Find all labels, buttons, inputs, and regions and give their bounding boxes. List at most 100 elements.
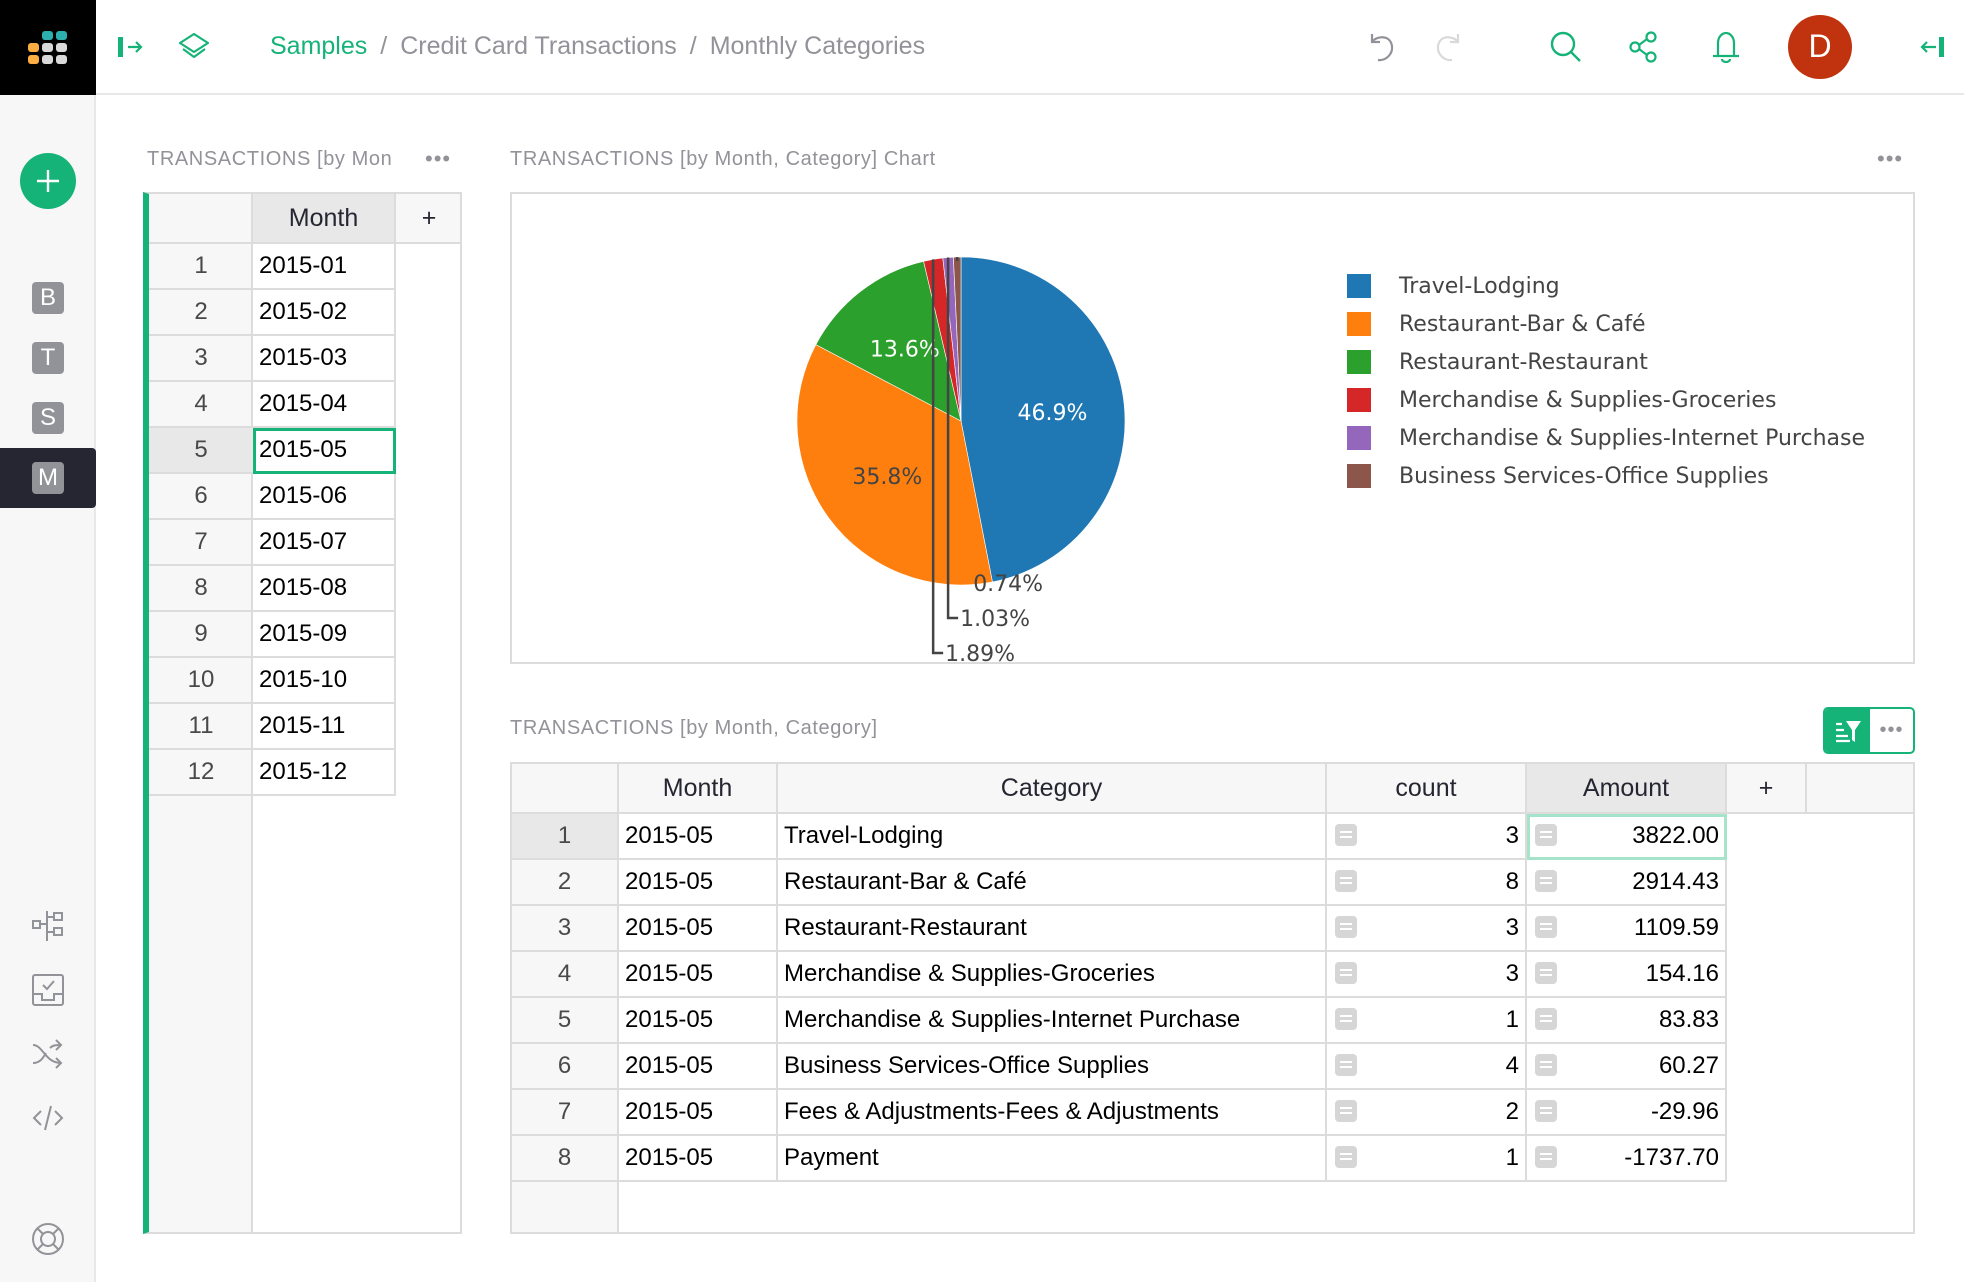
table-widget-title[interactable]: TRANSACTIONS [by Month, Category] [510, 717, 878, 740]
row-number[interactable]: 6 [512, 1044, 619, 1090]
breadcrumb-page[interactable]: Monthly Categories [710, 32, 925, 61]
table-row[interactable]: 3 2015-05 Restaurant-Restaurant 3 1109.59 [512, 906, 1727, 952]
category-cell[interactable]: Merchandise & Supplies-Internet Purchase [778, 998, 1327, 1044]
row-number[interactable]: 9 [149, 612, 253, 658]
month-cell[interactable]: 2015-11 [253, 704, 396, 750]
add-row[interactable] [512, 1182, 1727, 1228]
expand-left-panel-button[interactable] [114, 0, 148, 93]
row-number[interactable]: 11 [149, 704, 253, 750]
breadcrumb-document[interactable]: Credit Card Transactions [400, 32, 677, 61]
column-header-amount[interactable]: Amount [1527, 764, 1727, 814]
row-number[interactable]: 8 [149, 566, 253, 612]
row-number[interactable]: 12 [149, 750, 253, 796]
count-cell[interactable]: 4 [1327, 1044, 1527, 1090]
row-number[interactable]: 5 [149, 428, 253, 474]
redo-button[interactable] [1428, 0, 1468, 93]
collapse-right-panel-button[interactable] [1914, 0, 1950, 93]
chart-widget-title[interactable]: TRANSACTIONS [by Month, Category] Chart [510, 148, 936, 171]
month-cell[interactable]: 2015-02 [253, 290, 396, 336]
amount-cell[interactable]: 2914.43 [1527, 860, 1727, 906]
category-cell[interactable]: Payment [778, 1136, 1327, 1182]
amount-cell[interactable]: -29.96 [1527, 1090, 1727, 1136]
row-number[interactable]: 1 [149, 244, 253, 290]
month-cell[interactable]: 2015-04 [253, 382, 396, 428]
code-view-button[interactable] [28, 1098, 68, 1138]
category-cell[interactable]: Restaurant-Restaurant [778, 906, 1327, 952]
document-tour-button[interactable] [28, 970, 68, 1010]
sort-filter-button[interactable] [1825, 709, 1870, 752]
month-cell[interactable]: 2015-07 [253, 520, 396, 566]
table-row[interactable]: 2 2015-05 Restaurant-Bar & Café 8 2914.43 [512, 860, 1727, 906]
table-row[interactable]: 5 2015-05 Merchandise & Supplies-Internet … [512, 998, 1727, 1044]
corner-header[interactable] [512, 764, 619, 814]
months-widget-title[interactable]: TRANSACTIONS [by Mon [147, 148, 392, 171]
row-number[interactable]: 4 [149, 382, 253, 428]
month-cell[interactable]: 2015-05 [619, 860, 778, 906]
amount-cell[interactable]: 154.16 [1527, 952, 1727, 998]
table-row[interactable]: 1 2015-05 Travel-Lodging 3 3822.00 [512, 814, 1727, 860]
legend-item[interactable]: Travel-Lodging [1347, 267, 1865, 305]
row-number[interactable]: 8 [512, 1136, 619, 1182]
amount-cell[interactable]: 83.83 [1527, 998, 1727, 1044]
month-cell[interactable]: 2015-05 [619, 1044, 778, 1090]
category-cell[interactable]: Travel-Lodging [778, 814, 1327, 860]
page-item-b[interactable]: B [0, 268, 96, 328]
corner-header[interactable] [149, 194, 253, 244]
add-column-button[interactable]: + [396, 194, 460, 244]
row-number[interactable]: 7 [149, 520, 253, 566]
count-cell[interactable]: 3 [1327, 814, 1527, 860]
add-column-button[interactable]: + [1727, 764, 1807, 814]
app-logo[interactable] [0, 0, 96, 95]
row-number[interactable]: 7 [512, 1090, 619, 1136]
month-cell[interactable]: 2015-05 [619, 998, 778, 1044]
month-cell[interactable]: 2015-05 [619, 906, 778, 952]
amount-cell[interactable]: 3822.00 [1527, 814, 1727, 860]
help-center-button[interactable] [28, 1219, 68, 1259]
column-header-month[interactable]: Month [253, 194, 396, 244]
row-number[interactable]: 3 [149, 336, 253, 382]
column-header-category[interactable]: Category [778, 764, 1327, 814]
column-header-month[interactable]: Month [619, 764, 778, 814]
user-menu-button[interactable]: D [1787, 0, 1853, 93]
chart-widget-menu-button[interactable]: ••• [1877, 146, 1903, 172]
category-cell[interactable]: Restaurant-Bar & Café [778, 860, 1327, 906]
month-cell[interactable]: 2015-03 [253, 336, 396, 382]
month-cell[interactable]: 2015-10 [253, 658, 396, 704]
count-cell[interactable]: 2 [1327, 1090, 1527, 1136]
search-button[interactable] [1546, 0, 1586, 93]
table-row[interactable]: 7 2015-05 Fees & Adjustments-Fees & Adjust… [512, 1090, 1727, 1136]
legend-item[interactable]: Merchandise & Supplies-Groceries [1347, 381, 1865, 419]
category-cell[interactable]: Merchandise & Supplies-Groceries [778, 952, 1327, 998]
undo-button[interactable] [1362, 0, 1402, 93]
count-cell[interactable]: 1 [1327, 1136, 1527, 1182]
month-cell[interactable]: 2015-05 [619, 952, 778, 998]
amount-cell[interactable]: 1109.59 [1527, 906, 1727, 952]
breadcrumb-workspace[interactable]: Samples [270, 32, 367, 61]
count-cell[interactable]: 8 [1327, 860, 1527, 906]
months-widget-menu-button[interactable]: ••• [425, 146, 451, 172]
share-button[interactable] [1624, 0, 1664, 93]
row-number[interactable]: 1 [512, 814, 619, 860]
month-cell[interactable]: 2015-01 [253, 244, 396, 290]
row-number[interactable]: 2 [512, 860, 619, 906]
raw-data-button[interactable] [28, 906, 68, 946]
row-number[interactable]: 10 [149, 658, 253, 704]
workspace-icon-button[interactable] [174, 0, 214, 93]
amount-cell[interactable]: 60.27 [1527, 1044, 1727, 1090]
category-cell[interactable]: Business Services-Office Supplies [778, 1044, 1327, 1090]
row-number[interactable]: 4 [512, 952, 619, 998]
workflow-button[interactable] [28, 1034, 68, 1074]
legend-item[interactable]: Restaurant-Bar & Café [1347, 305, 1865, 343]
table-row[interactable]: 6 2015-05 Business Services-Office Supplie… [512, 1044, 1727, 1090]
month-cell[interactable]: 2015-05 [619, 1090, 778, 1136]
month-cell[interactable]: 2015-12 [253, 750, 396, 796]
count-cell[interactable]: 3 [1327, 952, 1527, 998]
month-cell[interactable]: 2015-05 [619, 1136, 778, 1182]
page-item-s[interactable]: S [0, 388, 96, 448]
legend-item[interactable]: Restaurant-Restaurant [1347, 343, 1865, 381]
row-number[interactable]: 2 [149, 290, 253, 336]
row-number[interactable]: 3 [512, 906, 619, 952]
row-number[interactable]: 5 [512, 998, 619, 1044]
column-header-count[interactable]: count [1327, 764, 1527, 814]
table-row[interactable]: 8 2015-05 Payment 1 -1737.70 [512, 1136, 1727, 1182]
